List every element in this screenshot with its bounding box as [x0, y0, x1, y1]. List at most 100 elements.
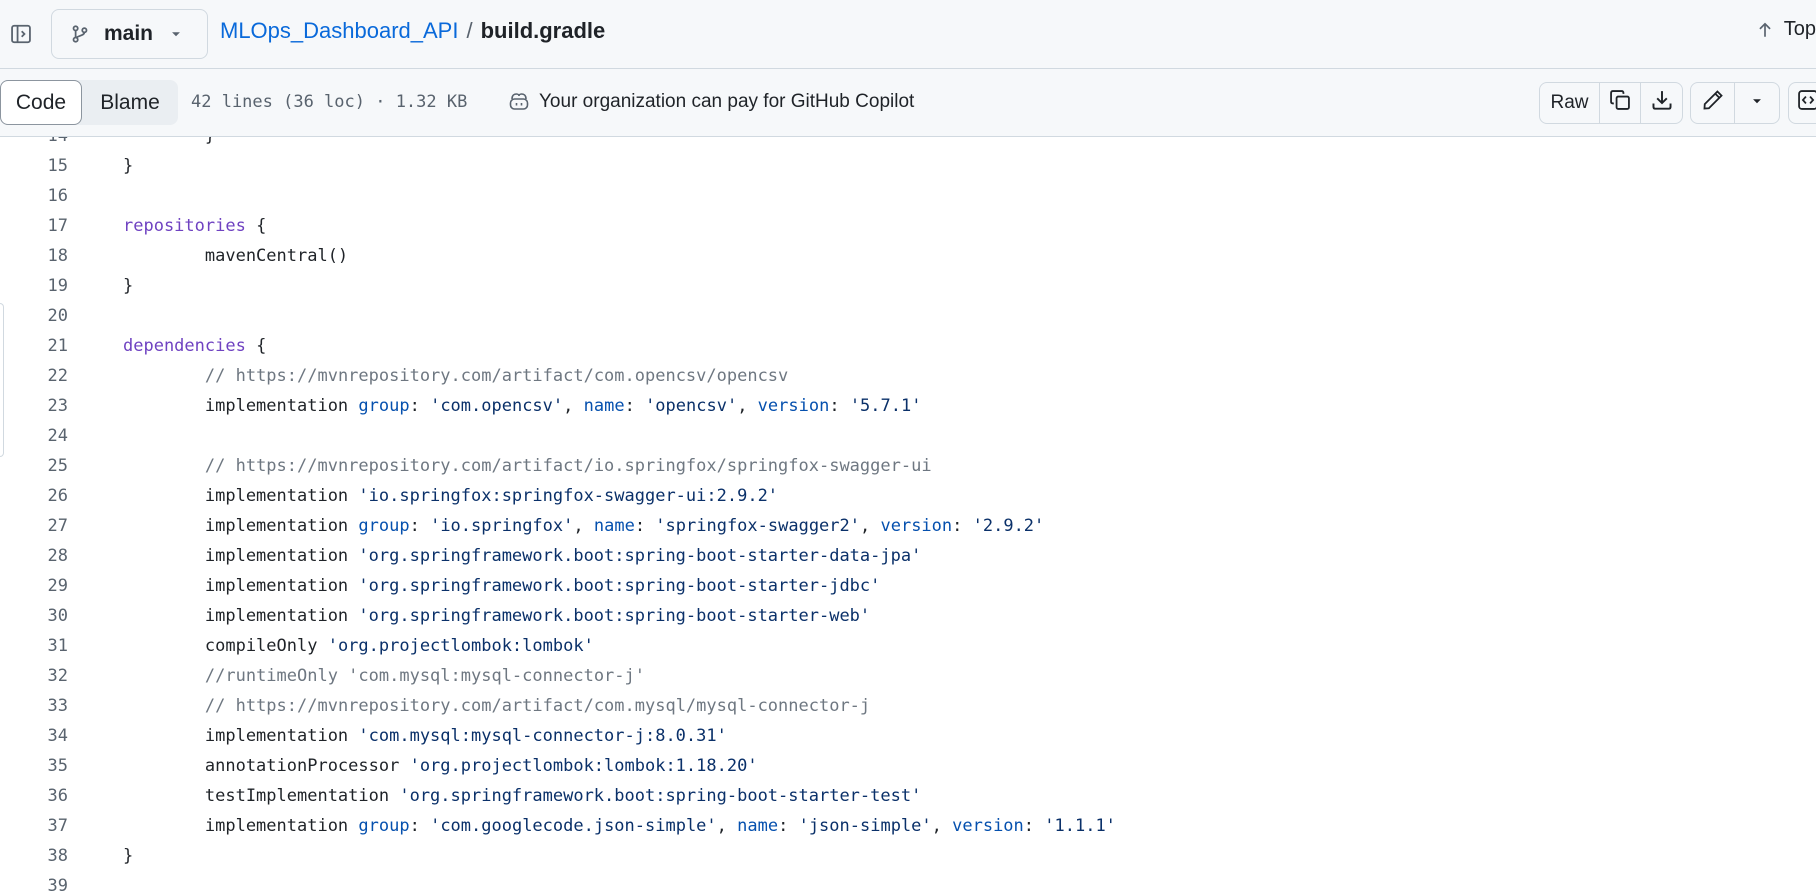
line-content: implementation 'org.springframework.boot…	[123, 601, 870, 631]
code-token: }	[123, 156, 134, 176]
code-line: 17 repositories {	[0, 211, 1816, 241]
tab-code[interactable]: Code	[0, 80, 82, 125]
code-token: compileOnly	[123, 636, 328, 656]
file-actions-group: Raw	[1539, 82, 1683, 124]
code-token: 'io.springfox'	[430, 516, 574, 536]
edit-file-button[interactable]	[1691, 83, 1735, 123]
code-token: '5.7.1'	[849, 396, 922, 416]
code-token: {	[245, 336, 267, 356]
code-lines: 14 }15}1617repositories {18 mavenCentral…	[0, 137, 1816, 893]
line-number[interactable]: 15	[0, 151, 68, 181]
line-content: // https://mvnrepository.com/artifact/co…	[123, 361, 788, 391]
line-number[interactable]: 16	[0, 181, 68, 211]
line-content: // https://mvnrepository.com/artifact/io…	[123, 451, 932, 481]
line-number[interactable]: 37	[0, 811, 68, 841]
arrow-up-icon	[1756, 20, 1776, 40]
line-number[interactable]: 22	[0, 361, 68, 391]
line-number[interactable]: 17	[0, 211, 68, 241]
code-token: :	[952, 516, 973, 536]
code-token: version	[757, 396, 830, 416]
line-number[interactable]: 38	[0, 841, 68, 871]
left-edge-handle[interactable]	[0, 303, 4, 457]
code-token: ,	[573, 516, 594, 536]
line-number[interactable]: 34	[0, 721, 68, 751]
code-line: 14 }	[0, 137, 1816, 151]
more-edit-options-button[interactable]	[1735, 83, 1779, 123]
view-mode-tabs: Code Blame	[0, 80, 178, 125]
code-token: version	[952, 816, 1024, 836]
line-number[interactable]: 19	[0, 271, 68, 301]
line-content: implementation group: 'io.springfox', na…	[123, 511, 1044, 541]
file-meta-info: 42 lines (36 loc) · 1.32 KB	[191, 92, 468, 112]
code-token: group	[358, 516, 410, 536]
code-token: implementation	[123, 606, 359, 626]
line-number[interactable]: 33	[0, 691, 68, 721]
line-number[interactable]: 21	[0, 331, 68, 361]
sidebar-expand-icon[interactable]	[6, 19, 36, 49]
line-content: implementation 'com.mysql:mysql-connecto…	[123, 721, 727, 751]
line-number[interactable]: 35	[0, 751, 68, 781]
line-content: //runtimeOnly 'com.mysql:mysql-connector…	[123, 661, 645, 691]
copilot-notice-text: Your organization can pay for GitHub Cop…	[539, 91, 915, 112]
code-line: 16	[0, 181, 1816, 211]
line-number[interactable]: 26	[0, 481, 68, 511]
line-number[interactable]: 24	[0, 421, 68, 451]
line-content: }	[123, 271, 133, 301]
edit-actions-group	[1690, 82, 1780, 124]
line-number[interactable]: 31	[0, 631, 68, 661]
code-view[interactable]: 14 }15}1617repositories {18 mavenCentral…	[0, 137, 1816, 893]
pencil-icon	[1702, 89, 1724, 117]
line-number[interactable]: 29	[0, 571, 68, 601]
code-token: dependencies	[123, 336, 246, 356]
breadcrumb-repo-link[interactable]: MLOps_Dashboard_API	[220, 18, 458, 44]
copy-raw-button[interactable]	[1600, 83, 1641, 123]
breadcrumb-file-name: build.gradle	[480, 18, 606, 43]
code-token: implementation	[123, 726, 359, 746]
download-icon	[1651, 89, 1673, 117]
code-token: ,	[737, 396, 758, 416]
code-token: 'json-simple'	[798, 816, 932, 836]
back-to-top-link[interactable]: Top	[1756, 18, 1816, 41]
line-number[interactable]: 14	[0, 137, 68, 151]
code-line: 21 dependencies {	[0, 331, 1816, 361]
line-number[interactable]: 28	[0, 541, 68, 571]
code-line: 34 implementation 'com.mysql:mysql-conne…	[0, 721, 1816, 751]
back-to-top-label: Top	[1783, 18, 1816, 40]
line-number[interactable]: 27	[0, 511, 68, 541]
code-token: 'com.googlecode.json-simple'	[430, 816, 717, 836]
code-token: :	[409, 816, 431, 836]
branch-name: main	[104, 22, 154, 45]
code-token: :	[624, 396, 646, 416]
code-token: ,	[931, 816, 953, 836]
code-line: 31 compileOnly 'org.projectlombok:lombok…	[0, 631, 1816, 661]
code-token: name	[593, 516, 635, 536]
code-line: 38}	[0, 841, 1816, 871]
code-token: 'com.opencsv'	[430, 396, 564, 416]
symbols-panel-button[interactable]	[1789, 83, 1816, 123]
code-square-icon	[1797, 89, 1816, 117]
line-number[interactable]: 25	[0, 451, 68, 481]
branch-selector-button[interactable]: main	[51, 9, 208, 59]
line-content: implementation 'org.springframework.boot…	[123, 571, 881, 601]
chevron-down-icon	[169, 26, 185, 42]
line-content: implementation group: 'com.opencsv', nam…	[123, 391, 922, 421]
line-number[interactable]: 32	[0, 661, 68, 691]
code-token: :	[1023, 816, 1045, 836]
raw-button[interactable]: Raw	[1540, 83, 1600, 123]
tab-blame[interactable]: Blame	[82, 80, 178, 125]
line-number[interactable]: 20	[0, 301, 68, 331]
line-number[interactable]: 23	[0, 391, 68, 421]
code-token: :	[829, 396, 850, 416]
line-number[interactable]: 18	[0, 241, 68, 271]
code-line: 22 // https://mvnrepository.com/artifact…	[0, 361, 1816, 391]
code-token: group	[358, 816, 410, 836]
download-raw-button[interactable]	[1641, 83, 1682, 123]
line-number[interactable]: 36	[0, 781, 68, 811]
code-line: 37 implementation group: 'com.googlecode…	[0, 811, 1816, 841]
line-number[interactable]: 30	[0, 601, 68, 631]
line-content: implementation 'io.springfox:springfox-s…	[123, 481, 778, 511]
code-token: implementation	[123, 486, 359, 506]
copilot-notice[interactable]: Your organization can pay for GitHub Cop…	[507, 90, 914, 114]
line-number[interactable]: 39	[0, 871, 68, 893]
